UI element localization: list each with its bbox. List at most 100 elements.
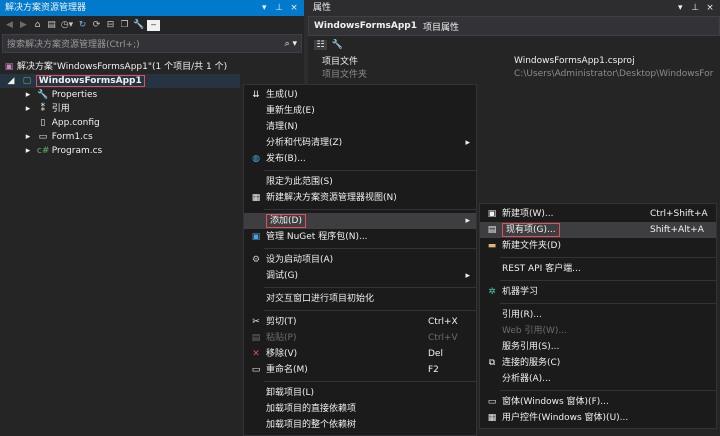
- menu-item[interactable]: ▬新建文件夹(D): [480, 238, 716, 254]
- menu-item[interactable]: ✲机器学习: [480, 284, 716, 300]
- sync-icon[interactable]: ↻: [77, 20, 88, 30]
- property-row[interactable]: 项目文件 WindowsFormsApp1.csproj: [322, 54, 720, 67]
- properties-title-bar: 属性 ▾ ⊥ ×: [308, 0, 720, 16]
- collapsed-arrow-icon[interactable]: ▸: [22, 88, 34, 102]
- expand-arrow-icon[interactable]: ◢: [4, 74, 18, 88]
- menu-item[interactable]: ▦用户控件(Windows 窗体)(U)...: [480, 410, 716, 426]
- menu-item-label: 新建文件夹(D): [502, 238, 561, 254]
- preview-selected-icon[interactable]: ‒: [147, 20, 160, 31]
- close-icon[interactable]: ×: [288, 0, 300, 16]
- menu-item[interactable]: ▣管理 NuGet 程序包(N)...: [244, 229, 476, 245]
- tree-item-form1[interactable]: ▸ ▭ Form1.cs: [22, 130, 93, 144]
- menu-item[interactable]: ▭窗体(Windows 窗体)(F)...: [480, 394, 716, 410]
- project-name: WindowsFormsApp1: [36, 75, 145, 87]
- menu-item[interactable]: REST API 客户端...: [480, 261, 716, 277]
- menu-item[interactable]: ⚙设为启动项目(A): [244, 252, 476, 268]
- menu-item-label: 分析器(A)...: [502, 371, 551, 387]
- menu-item-label: 分析和代码清理(Z): [266, 135, 342, 151]
- refresh-icon[interactable]: ⟳: [91, 20, 102, 30]
- menu-shortcut: F2: [428, 362, 439, 378]
- menu-item[interactable]: 调试(G)▸: [244, 268, 476, 284]
- new-item-icon: ▣: [486, 206, 498, 222]
- menu-item[interactable]: ⇊生成(U): [244, 87, 476, 103]
- menu-item-label: 剪切(T): [266, 314, 297, 330]
- menu-item-label: 引用(R)...: [502, 307, 542, 323]
- solution-search-box[interactable]: 搜索解决方案资源管理器(Ctrl+;) ⌕ ▾: [2, 34, 302, 53]
- menu-item[interactable]: 分析和代码清理(Z)▸: [244, 135, 476, 151]
- delete-icon: ✕: [250, 346, 262, 362]
- property-row[interactable]: 项目文件夹 C:\Users\Administrator\Desktop\Win…: [322, 67, 720, 80]
- property-name: 项目文件夹: [322, 67, 514, 80]
- menu-shortcut: Shift+Alt+A: [650, 222, 704, 238]
- tree-item-program[interactable]: ▸ c# Program.cs: [22, 144, 102, 158]
- tree-item-label: App.config: [52, 118, 100, 128]
- menu-item-label: 加载项目的直接依赖项: [266, 401, 356, 417]
- menu-item[interactable]: 分析器(A)...: [480, 371, 716, 387]
- menu-item-label: 重命名(M): [266, 362, 308, 378]
- menu-item[interactable]: ▣新建项(W)...Ctrl+Shift+A: [480, 206, 716, 222]
- menu-item[interactable]: 对交互窗口进行项目初始化: [244, 291, 476, 307]
- menu-item-label: 管理 NuGet 程序包(N)...: [266, 229, 368, 245]
- close-icon[interactable]: ×: [704, 0, 716, 16]
- pin-icon[interactable]: ⊥: [689, 0, 701, 16]
- user-control-icon: ▦: [486, 410, 498, 426]
- collapsed-arrow-icon[interactable]: ▸: [22, 144, 34, 158]
- menu-item[interactable]: 添加(D)▸: [244, 213, 476, 229]
- properties-title: 属性: [313, 0, 331, 16]
- properties-icon[interactable]: 🔧: [133, 20, 144, 30]
- menu-item[interactable]: Web 引用(W)...: [480, 323, 716, 339]
- properties-toolbar: ☷ 🔧: [308, 36, 720, 54]
- collapse-all-icon[interactable]: ⊟: [105, 20, 116, 30]
- menu-item[interactable]: ✂剪切(T)Ctrl+X: [244, 314, 476, 330]
- menu-item-label: 新建项(W)...: [502, 206, 554, 222]
- pending-changes-filter-icon[interactable]: ◷▾: [60, 20, 74, 30]
- wrench-icon: 🔧: [37, 88, 49, 102]
- tree-item-app-config[interactable]: ▯ App.config: [22, 116, 100, 130]
- menu-item[interactable]: 引用(R)...: [480, 307, 716, 323]
- menu-separator: [500, 257, 716, 258]
- forward-icon[interactable]: ▶: [18, 20, 29, 30]
- menu-item[interactable]: 清理(N): [244, 119, 476, 135]
- switch-views-icon[interactable]: ▤: [46, 20, 57, 30]
- property-pages-icon[interactable]: 🔧: [331, 40, 344, 50]
- menu-item[interactable]: 加载项目的整个依赖树: [244, 417, 476, 433]
- solution-explorer-title: 解决方案资源管理器: [5, 0, 86, 16]
- search-icon[interactable]: ⌕ ▾: [285, 39, 297, 49]
- property-name: 项目文件: [322, 54, 514, 67]
- menu-item[interactable]: ▭重命名(M)F2: [244, 362, 476, 378]
- menu-item[interactable]: ▦新建解决方案资源管理器视图(N): [244, 190, 476, 206]
- menu-item-label: 服务引用(S)...: [502, 339, 559, 355]
- submenu-arrow-icon: ▸: [465, 268, 470, 284]
- menu-item[interactable]: 重新生成(E): [244, 103, 476, 119]
- menu-item[interactable]: 限定为此范围(S): [244, 174, 476, 190]
- menu-item[interactable]: ◍发布(B)...: [244, 151, 476, 167]
- menu-item-label: 连接的服务(C): [502, 355, 560, 371]
- solution-explorer-title-bar: 解决方案资源管理器 ▾ ⊥ ×: [0, 0, 304, 16]
- categorized-icon[interactable]: ☷: [314, 40, 327, 50]
- menu-shortcut: Ctrl+X: [428, 314, 458, 330]
- properties-grid: 项目文件 WindowsFormsApp1.csproj 项目文件夹 C:\Us…: [322, 54, 720, 80]
- menu-item[interactable]: ⧉连接的服务(C): [480, 355, 716, 371]
- solution-node[interactable]: ▣ 解决方案"WindowsFormsApp1"(1 个项目/共 1 个): [4, 60, 227, 74]
- tree-item-references[interactable]: ▸ ⁑ 引用: [22, 102, 70, 116]
- object-selector[interactable]: WindowsFormsApp1 项目属性: [308, 16, 720, 36]
- project-node[interactable]: ◢ ▢ WindowsFormsApp1: [0, 74, 240, 88]
- tree-item-properties[interactable]: ▸ 🔧 Properties: [22, 88, 97, 102]
- back-icon[interactable]: ◀: [4, 20, 15, 30]
- home-icon[interactable]: ⌂: [32, 20, 43, 30]
- dropdown-icon[interactable]: ▾: [674, 0, 686, 16]
- pin-icon[interactable]: ⊥: [273, 0, 285, 16]
- collapsed-arrow-icon[interactable]: ▸: [22, 130, 34, 144]
- collapsed-arrow-icon[interactable]: ▸: [22, 102, 34, 116]
- menu-item[interactable]: 服务引用(S)...: [480, 339, 716, 355]
- menu-item[interactable]: 卸载项目(L): [244, 385, 476, 401]
- menu-item[interactable]: 加载项目的直接依赖项: [244, 401, 476, 417]
- menu-item[interactable]: ✕移除(V)Del: [244, 346, 476, 362]
- object-name: WindowsFormsApp1: [314, 21, 417, 31]
- dropdown-icon[interactable]: ▾: [258, 0, 270, 16]
- show-all-files-icon[interactable]: ❐: [119, 20, 130, 30]
- menu-item[interactable]: ▤现有项(G)...Shift+Alt+A: [480, 222, 716, 238]
- search-input[interactable]: 搜索解决方案资源管理器(Ctrl+;): [7, 37, 140, 50]
- menu-item[interactable]: ▤粘贴(P)Ctrl+V: [244, 330, 476, 346]
- tree-item-label: Form1.cs: [52, 132, 93, 142]
